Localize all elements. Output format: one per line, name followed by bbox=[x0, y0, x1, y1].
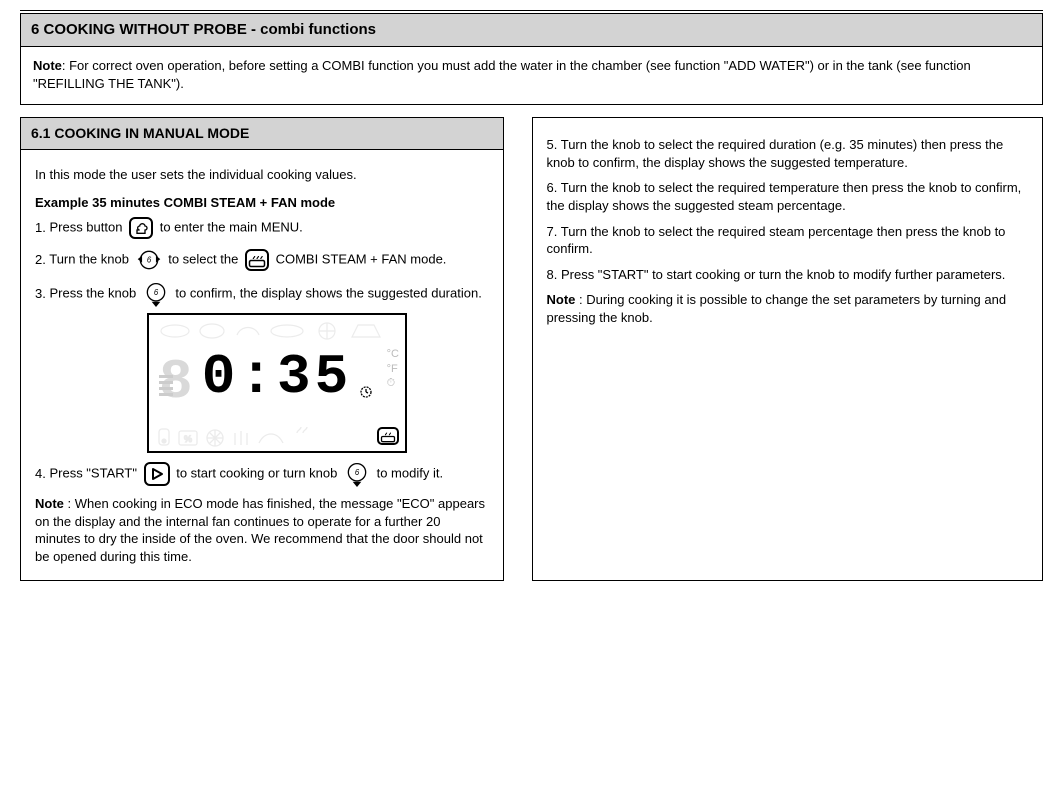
step3-b: to confirm, the display shows the sugges… bbox=[175, 286, 481, 301]
step1-part-a: Press button bbox=[49, 220, 126, 235]
step2-c: COMBI STEAM + FAN mode. bbox=[276, 252, 447, 267]
top-note-box: Note: For correct oven operation, before… bbox=[20, 47, 1043, 105]
step2-b: to select the bbox=[168, 252, 242, 267]
clock-small-icon bbox=[359, 385, 373, 403]
step5-text: Turn the knob to select the required dur… bbox=[547, 137, 1004, 170]
knob-press-icon: 6 bbox=[143, 281, 169, 307]
step1-part-b: to enter the main MENU. bbox=[160, 220, 303, 235]
banner-title: 6 COOKING WITHOUT PROBE - combi function… bbox=[31, 21, 376, 38]
steps-list-right: Turn the knob to select the required dur… bbox=[547, 136, 1029, 283]
play-icon bbox=[144, 462, 170, 486]
note-label: Note bbox=[33, 58, 62, 73]
step-1: Press button to enter the main MENU. bbox=[35, 217, 489, 239]
intro-text: In this mode the user sets the individua… bbox=[35, 166, 489, 184]
left-note-label: Note bbox=[35, 496, 64, 511]
steps-list-left: Press button to enter the main MENU. Tur… bbox=[35, 217, 489, 487]
side-units: °C°F⏱ bbox=[387, 347, 399, 390]
step4-a: Press "START" bbox=[49, 466, 140, 481]
right-note-label: Note bbox=[547, 292, 576, 307]
step-6: Turn the knob to select the required tem… bbox=[547, 179, 1029, 214]
oven-display: 8 °C°F⏱ 0:35 % bbox=[147, 313, 407, 453]
right-note-text: : During cooking it is possible to chang… bbox=[547, 292, 1007, 325]
step-4: Press "START" to start cooking or turn k… bbox=[35, 461, 489, 487]
left-note-text: : When cooking in ECO mode has finished,… bbox=[35, 496, 485, 564]
top-note-text: : For correct oven operation, before set… bbox=[33, 58, 971, 91]
step4-d: to modify it. bbox=[377, 466, 443, 481]
step7-text: Turn the knob to select the required ste… bbox=[547, 224, 1006, 257]
left-note: Note : When cooking in ECO mode has fini… bbox=[35, 495, 489, 565]
knob-turn-icon: 6 bbox=[136, 247, 162, 273]
step2-a: Turn the knob bbox=[49, 252, 132, 267]
svg-text:6: 6 bbox=[154, 288, 159, 297]
steam-fan-small-icon bbox=[377, 427, 399, 445]
step8-text: Press "START" to start cooking or turn t… bbox=[561, 267, 1005, 282]
step-5: Turn the knob to select the required dur… bbox=[547, 136, 1029, 171]
step6-text: Turn the knob to select the required tem… bbox=[547, 180, 1022, 213]
sub-banner: 6.1 COOKING IN MANUAL MODE bbox=[21, 118, 503, 150]
svg-text:6: 6 bbox=[146, 256, 151, 265]
top-rule bbox=[20, 10, 1043, 11]
right-column: Turn the knob to select the required dur… bbox=[532, 117, 1044, 580]
steam-fan-icon bbox=[245, 249, 269, 271]
step-2: Turn the knob 6 to select the COMBI STEA… bbox=[35, 247, 489, 273]
right-note: Note : During cooking it is possible to … bbox=[547, 291, 1029, 326]
step4-b: to start cooking or turn knob bbox=[176, 466, 341, 481]
step-8: Press "START" to start cooking or turn t… bbox=[547, 266, 1029, 284]
example-title: Example 35 minutes COMBI STEAM + FAN mod… bbox=[35, 194, 489, 212]
step-7: Turn the knob to select the required ste… bbox=[547, 223, 1029, 258]
knob-press-icon-2: 6 bbox=[344, 461, 370, 487]
level-bars-icon bbox=[159, 375, 173, 399]
display-food-row bbox=[157, 321, 397, 341]
svg-text:%: % bbox=[184, 434, 192, 444]
section-banner: 6 COOKING WITHOUT PROBE - combi function… bbox=[20, 13, 1043, 47]
step-3: Press the knob 6 to confirm, the display… bbox=[35, 281, 489, 453]
sub-banner-title: 6.1 COOKING IN MANUAL MODE bbox=[31, 125, 249, 141]
left-column: 6.1 COOKING IN MANUAL MODE In this mode … bbox=[20, 117, 504, 580]
display-value: 0:35 bbox=[202, 349, 352, 405]
svg-text:6: 6 bbox=[355, 468, 360, 477]
display-bottom-row: % bbox=[157, 425, 371, 447]
step3-a: Press the knob bbox=[49, 286, 139, 301]
chef-hat-icon bbox=[129, 217, 153, 239]
